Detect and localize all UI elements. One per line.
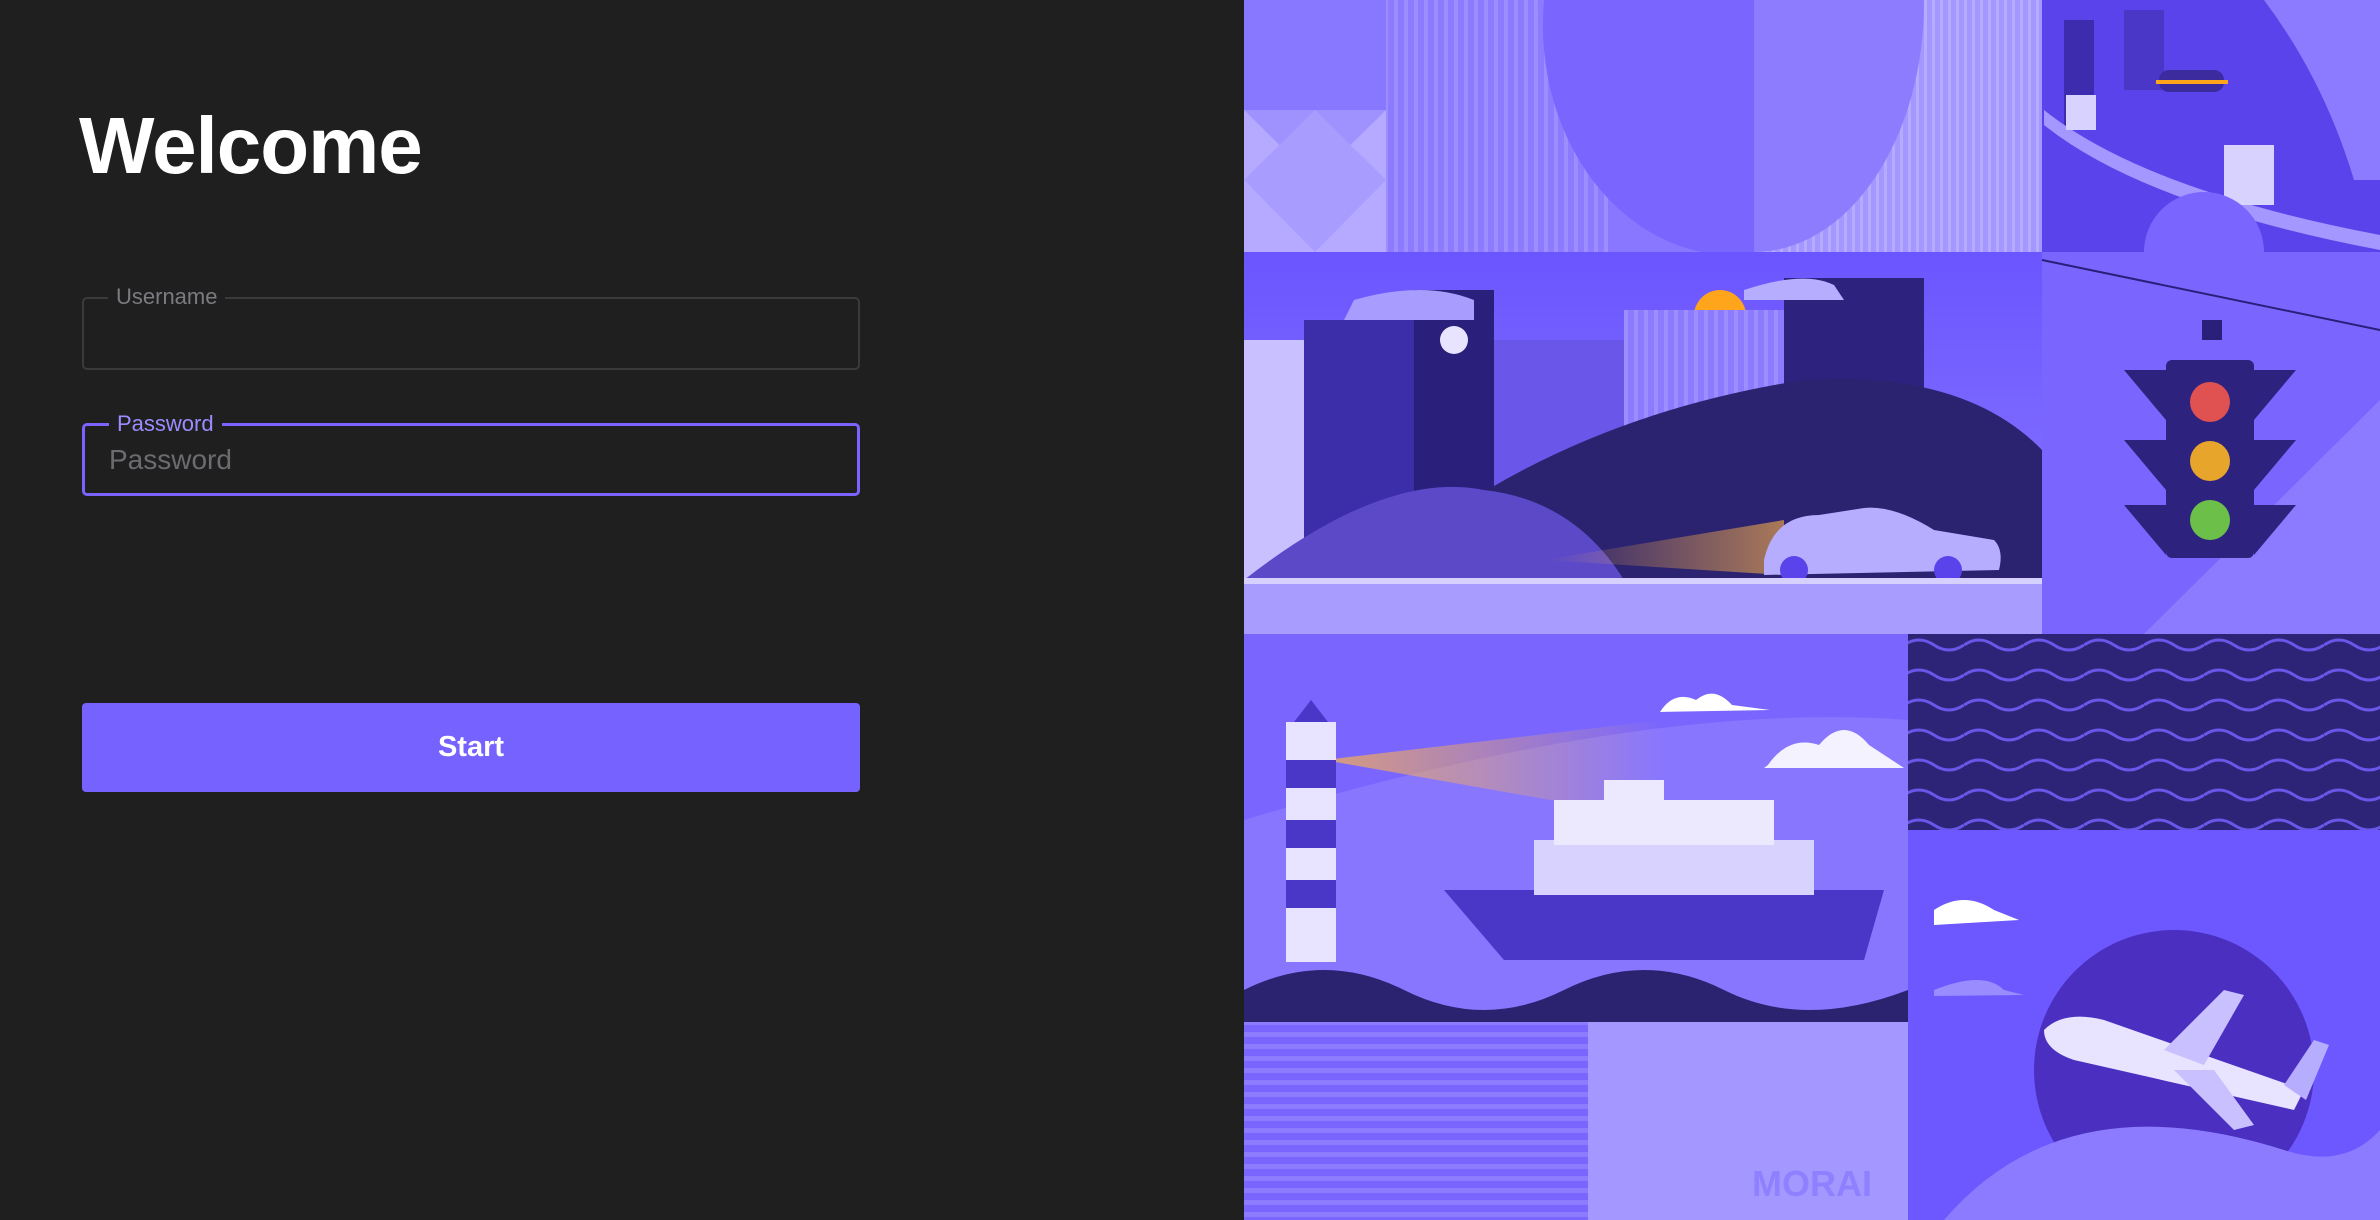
airplane-tile: [1908, 830, 2380, 1220]
brand-watermark: MORAI: [1752, 1163, 1872, 1204]
abstract-shapes-tile: [1244, 0, 2042, 256]
username-input[interactable]: [84, 299, 858, 368]
password-input[interactable]: [85, 426, 857, 493]
waves-pattern-tile: [1908, 634, 2380, 830]
traffic-light-tile: [2041, 252, 2380, 634]
lighthouse-ship-tile: [1244, 634, 1908, 1022]
password-field[interactable]: Password: [82, 411, 860, 496]
start-button[interactable]: Start: [82, 703, 860, 792]
username-field[interactable]: Username: [82, 284, 860, 370]
hero-illustration: MORAI: [1244, 0, 2380, 1220]
page-title: Welcome: [79, 101, 423, 190]
login-panel: Welcome Username Password Start: [0, 0, 1244, 1220]
